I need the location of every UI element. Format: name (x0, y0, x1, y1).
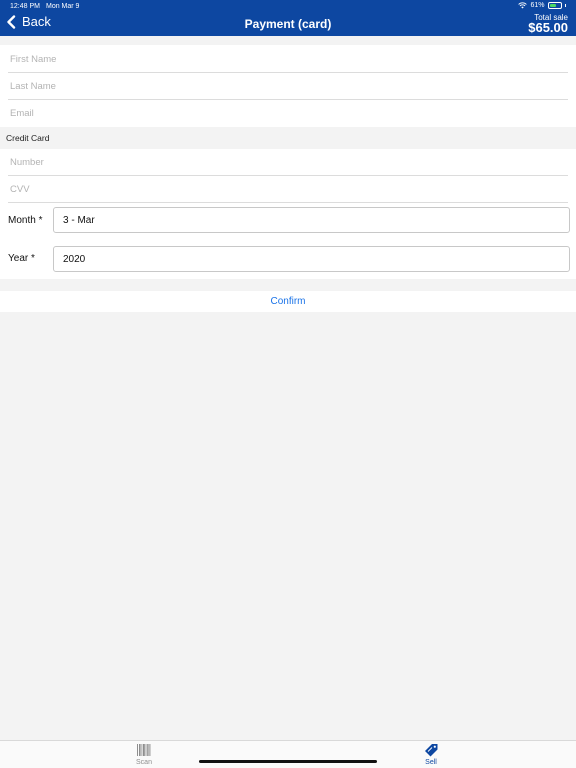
cvv-input[interactable] (10, 184, 576, 195)
tag-icon (425, 744, 438, 757)
battery-icon (547, 2, 562, 9)
year-row: Year * 2020 (0, 246, 576, 284)
tab-bar: Scan Sell (0, 740, 576, 768)
email-row (0, 100, 576, 127)
battery-tip (564, 4, 566, 7)
status-date: Mon Mar 9 (46, 3, 80, 10)
status-indicators: 61% (518, 2, 566, 9)
year-label: Year * (8, 252, 35, 264)
barcode-icon (137, 744, 151, 756)
total-sale-amount: $65.00 (528, 20, 568, 35)
year-value: 2020 (63, 253, 86, 265)
customer-section (0, 45, 576, 127)
card-number-row (0, 149, 576, 176)
confirm-row: Confirm (0, 291, 576, 312)
tab-sell-label: Sell (425, 759, 437, 766)
last-name-input[interactable] (10, 81, 576, 92)
battery-fill (549, 4, 556, 7)
tab-scan-label: Scan (136, 759, 152, 766)
month-row: Month * 3 - Mar (0, 207, 576, 245)
credit-card-section-label: Credit Card (6, 133, 50, 143)
wifi-icon (518, 2, 528, 9)
status-time: 12:48 PM (10, 3, 40, 10)
month-select[interactable]: 3 - Mar (53, 207, 570, 233)
tab-scan[interactable]: Scan (114, 742, 174, 766)
nav-header: 12:48 PM Mon Mar 9 61% Back Payment (car… (0, 0, 576, 36)
tab-sell[interactable]: Sell (401, 742, 461, 766)
confirm-button[interactable]: Confirm (270, 296, 305, 307)
card-number-input[interactable] (10, 157, 576, 168)
battery-percent: 61% (530, 2, 545, 9)
first-name-input[interactable] (10, 53, 576, 65)
email-input[interactable] (10, 108, 576, 119)
month-label: Month * (8, 214, 43, 226)
home-indicator (199, 760, 377, 763)
last-name-row (0, 73, 576, 100)
cvv-row (0, 176, 576, 203)
first-name-row (0, 45, 576, 73)
page-title: Payment (card) (244, 17, 332, 31)
month-value: 3 - Mar (63, 214, 95, 226)
year-select[interactable]: 2020 (53, 246, 570, 272)
credit-card-section: Month * 3 - Mar Year * 2020 (0, 149, 576, 279)
